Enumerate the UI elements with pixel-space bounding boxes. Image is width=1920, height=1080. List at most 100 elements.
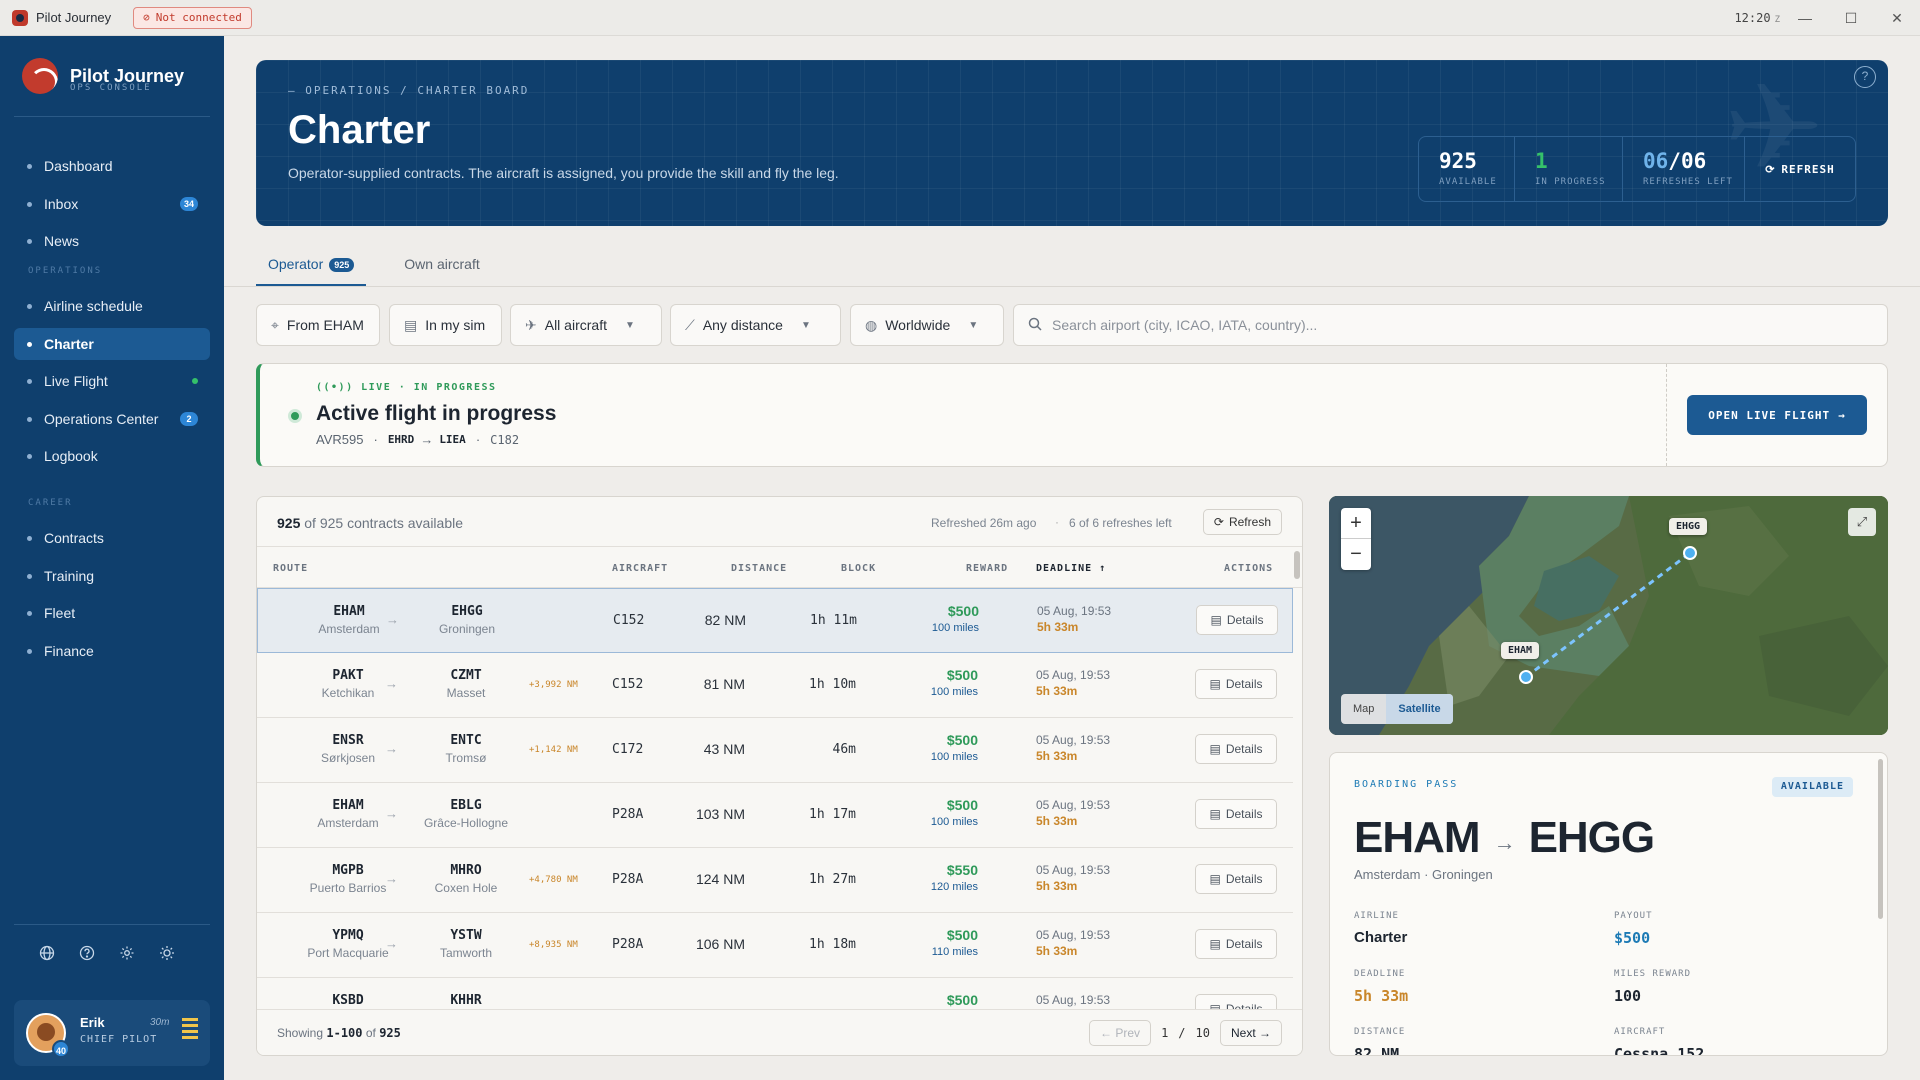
brand-subtitle: OPS CONSOLE — [70, 83, 152, 93]
deadline-date: 05 Aug, 19:53 — [1036, 863, 1111, 877]
column-header-aircraft[interactable]: AIRCRAFT — [612, 563, 668, 574]
current-page: 1 — [1161, 1026, 1169, 1040]
sidebar-item-contracts[interactable]: Contracts — [14, 522, 210, 554]
table-scrollbar[interactable] — [1294, 551, 1300, 579]
sidebar-item-charter[interactable]: Charter — [14, 328, 210, 360]
region-filter[interactable]: ◍ Worldwide ▼ — [850, 304, 1004, 346]
sidebar-item-dashboard[interactable]: Dashboard — [14, 150, 210, 182]
refresh-button[interactable]: ⟳ REFRESH — [1745, 137, 1855, 201]
sidebar-item-operations-center[interactable]: Operations Center 2 — [14, 403, 210, 435]
airport-search — [1013, 304, 1888, 346]
route-map[interactable]: EHAM EHGG + − ⤢ Map Satellite — [1329, 496, 1888, 735]
tab-label: Own aircraft — [404, 256, 480, 272]
section-heading-career: CAREER — [28, 498, 73, 508]
tab-operator[interactable]: Operator 925 — [256, 256, 367, 286]
table-row[interactable]: MGPB Puerto Barrios → MHRO Coxen Hole +4,780 … — [257, 848, 1293, 913]
separator: · — [475, 432, 481, 447]
sidebar-item-training[interactable]: Training — [14, 560, 210, 592]
globe-icon[interactable] — [38, 944, 56, 962]
distance: 43 NM — [703, 741, 745, 757]
route-arrow-icon: → — [1493, 830, 1516, 855]
theme-icon[interactable] — [158, 944, 176, 962]
button-label: Details — [1226, 613, 1264, 627]
sidebar-item-finance[interactable]: Finance — [14, 635, 210, 667]
origin-marker-label[interactable]: EHAM — [1501, 642, 1540, 659]
bp-airline-label: AIRLINE — [1354, 911, 1399, 921]
help-icon[interactable]: ? — [1854, 66, 1876, 88]
deadline-remaining: 5h 33m — [1036, 944, 1078, 958]
map-view-button[interactable]: Map — [1341, 694, 1386, 724]
page-header: ✈ — OPERATIONS / CHARTER BOARD Charter O… — [256, 60, 1888, 226]
table-row[interactable]: YPMQ Port Macquarie → YSTW Tamworth +8,935 NM… — [257, 913, 1293, 978]
zoom-out-button[interactable]: − — [1341, 539, 1371, 570]
expand-map-icon[interactable]: ⤢ — [1848, 508, 1876, 536]
details-button[interactable]: ▤ Details — [1195, 929, 1277, 959]
refreshes-total: /06 — [1668, 149, 1707, 173]
column-header-route[interactable]: ROUTE — [273, 563, 308, 574]
settings-icon[interactable] — [118, 944, 136, 962]
location-pin-icon: ⌖ — [271, 316, 279, 333]
sidebar-item-logbook[interactable]: Logbook — [14, 440, 210, 472]
minimize-button[interactable]: — — [1782, 0, 1828, 36]
zoom-in-button[interactable]: + — [1341, 508, 1371, 539]
from-airport-filter[interactable]: ⌖ From EHAM — [256, 304, 380, 346]
details-button[interactable]: ▤ Details — [1195, 669, 1277, 699]
column-header-deadline[interactable]: DEADLINE ↑ — [1036, 563, 1106, 574]
brand[interactable]: Pilot Journey OPS CONSOLE — [22, 58, 184, 94]
aircraft-filter[interactable]: ✈ All aircraft ▼ — [510, 304, 662, 346]
details-button[interactable]: ▤ Details — [1195, 734, 1277, 764]
table-row[interactable]: EHAM Amsterdam → EHGG Groningen C152 82 NM 1h 1… — [257, 588, 1293, 653]
boarding-pass-scrollbar[interactable] — [1878, 759, 1883, 919]
help-icon[interactable] — [78, 944, 96, 962]
deadline-date: 05 Aug, 19:53 — [1036, 733, 1111, 747]
prev-page-button[interactable]: ← Prev — [1089, 1020, 1152, 1046]
deadline-remaining: 5h 33m — [1036, 879, 1078, 893]
in-sim-filter[interactable]: ▤ In my sim — [389, 304, 502, 346]
reward-pay: $500 — [946, 992, 978, 1008]
sidebar-utility-icons — [38, 944, 176, 962]
bp-aircraft: Cessna 152 — [1614, 1045, 1705, 1056]
sidebar-item-inbox[interactable]: Inbox 34 — [14, 188, 210, 220]
distance: 82 NM — [704, 612, 746, 628]
details-button[interactable]: ▤ Details — [1195, 864, 1277, 894]
table-row[interactable]: EHAM Amsterdam → EBLG Grâce-Hollogne P28A 103 … — [257, 783, 1293, 848]
table-row[interactable]: ENSR Sørkjosen → ENTC Tromsø +1,142 NM C172 43 … — [257, 718, 1293, 783]
destination-city: Groningen — [438, 622, 496, 636]
details-button[interactable]: ▤ Details — [1195, 799, 1277, 829]
close-button[interactable]: ✕ — [1874, 0, 1920, 36]
satellite-view-button[interactable]: Satellite — [1386, 694, 1453, 724]
stat-label: REFRESHES LEFT — [1643, 177, 1733, 187]
details-button[interactable]: ▤ Details — [1196, 605, 1278, 635]
connection-status-badge[interactable]: ⊘ Not connected — [133, 6, 252, 29]
distance-filter[interactable]: ⟋ Any distance ▼ — [670, 304, 841, 346]
table-row[interactable]: PAKT Ketchikan → CZMT Masset +3,992 NM C152 81 … — [257, 653, 1293, 718]
column-header-distance[interactable]: DISTANCE — [731, 563, 787, 574]
map-type-toggle: Map Satellite — [1341, 694, 1453, 724]
next-page-button[interactable]: Next → — [1219, 1020, 1282, 1046]
button-label: Details — [1225, 937, 1263, 951]
chevron-down-icon: ▼ — [968, 319, 979, 331]
sidebar-item-live-flight[interactable]: Live Flight — [14, 365, 210, 397]
user-card[interactable]: 40 Erik 30m CHIEF PILOT — [14, 1000, 210, 1066]
maximize-button[interactable]: ☐ — [1828, 0, 1874, 36]
destination-marker-label[interactable]: EHGG — [1669, 518, 1708, 535]
sidebar-item-label: Airline schedule — [44, 298, 143, 314]
destination-city: Tromsø — [445, 751, 487, 765]
sidebar-item-airline-schedule[interactable]: Airline schedule — [14, 290, 210, 322]
column-header-block[interactable]: BLOCK — [841, 563, 876, 574]
destination-icao: YSTW — [450, 928, 482, 943]
sidebar-item-news[interactable]: News — [14, 225, 210, 257]
sort-ascending-icon: ↑ — [1099, 563, 1107, 574]
bp-destination: EHGG — [1528, 813, 1656, 862]
route-arrow-icon: → — [420, 432, 434, 447]
refresh-contracts-button[interactable]: ⟳ Refresh — [1202, 509, 1282, 535]
boarding-pass-route: EHAM → EHGG — [1354, 813, 1656, 863]
column-header-reward[interactable]: REWARD — [966, 563, 1008, 574]
reward-pay: $500 — [946, 732, 978, 748]
page-separator: / — [1178, 1026, 1186, 1040]
tab-own-aircraft[interactable]: Own aircraft — [392, 256, 491, 286]
sidebar-item-fleet[interactable]: Fleet — [14, 597, 210, 629]
open-live-flight-button[interactable]: OPEN LIVE FLIGHT → — [1687, 395, 1867, 435]
search-input[interactable] — [1052, 317, 1852, 333]
operations-count-badge: 2 — [180, 412, 198, 426]
